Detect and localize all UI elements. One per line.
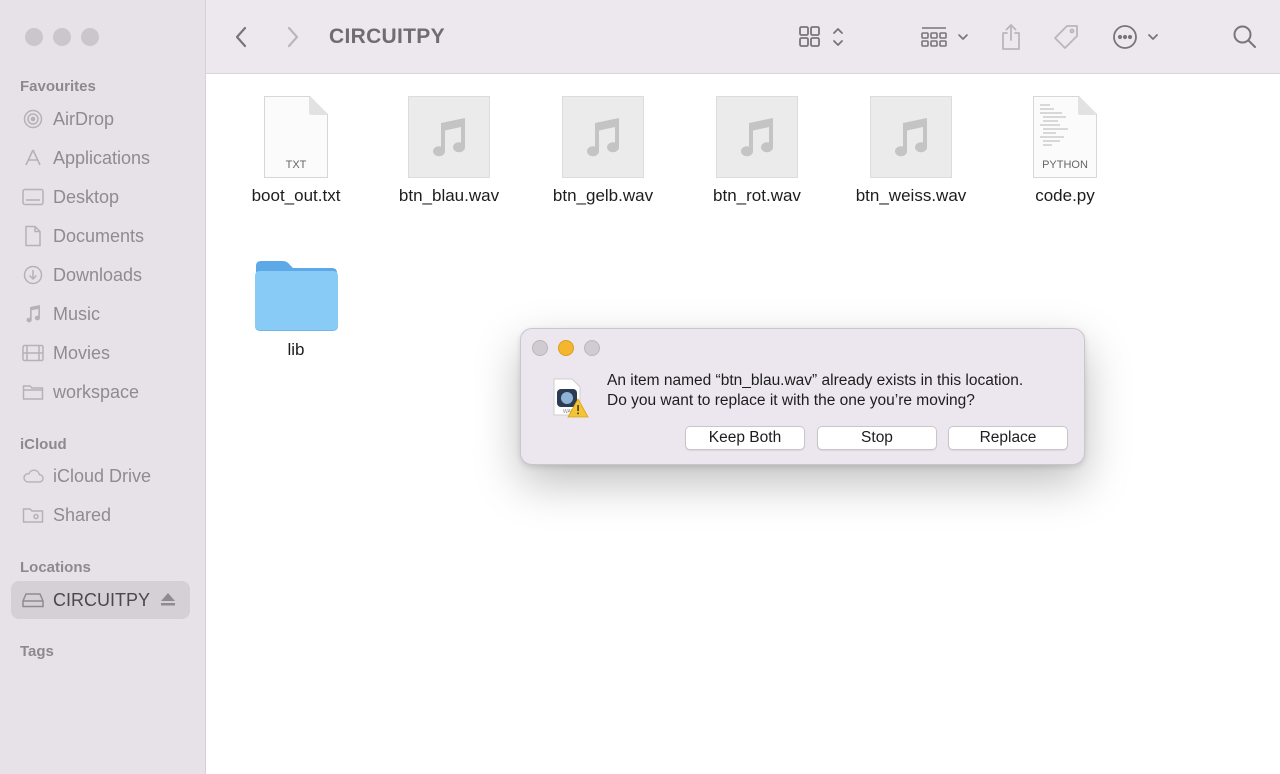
folder-icon — [253, 258, 339, 332]
audio-file-icon — [716, 96, 798, 178]
file-name: boot_out.txt — [251, 186, 341, 205]
dialog-zoom-button[interactable] — [584, 340, 600, 356]
sidebar-heading-tags: Tags — [20, 643, 54, 660]
eject-icon[interactable] — [160, 590, 176, 611]
file-item-btn-gelb-wav[interactable]: btn_gelb.wav — [528, 96, 678, 206]
sidebar-item-circuitpy[interactable]: CIRCUITPY — [11, 581, 190, 619]
sidebar-heading-icloud: iCloud — [20, 436, 67, 453]
group-by-button[interactable] — [920, 0, 972, 73]
sidebar-item-downloads[interactable]: Downloads — [22, 260, 142, 290]
file-item-btn-rot-wav[interactable]: btn_rot.wav — [682, 96, 832, 206]
icon-grid-icon — [799, 25, 843, 47]
sidebar-item-label: Documents — [53, 225, 145, 246]
text-file-icon: TXT — [264, 96, 328, 178]
applications-icon — [22, 147, 44, 169]
sidebar-item-label: Desktop — [53, 186, 120, 207]
stop-button[interactable]: Stop — [817, 426, 937, 450]
tag-icon — [1054, 24, 1078, 49]
sidebar-item-label: AirDrop — [53, 108, 115, 129]
group-icon — [921, 26, 968, 47]
sidebar-item-airdrop[interactable]: AirDrop — [22, 104, 114, 134]
toolbar: CIRCUITPY — [206, 0, 1280, 74]
sidebar-heading-favourites: Favourites — [20, 78, 96, 95]
sidebar-item-label: Shared — [53, 504, 112, 525]
sidebar-item-label: Movies — [53, 342, 111, 363]
view-mode-button[interactable] — [798, 0, 850, 73]
audio-file-icon — [562, 96, 644, 178]
dialog-minimize-button[interactable] — [558, 340, 574, 356]
sidebar-heading-locations: Locations — [20, 559, 91, 576]
drive-icon — [22, 589, 44, 611]
share-button[interactable] — [1000, 0, 1022, 73]
more-actions-button[interactable] — [1112, 0, 1162, 73]
shared-folder-icon — [22, 504, 44, 526]
replace-button[interactable]: Replace — [948, 426, 1068, 450]
file-item-code-py[interactable]: PYTHON code.py — [990, 96, 1140, 206]
dialog-window-controls — [532, 340, 600, 356]
sidebar-item-music[interactable]: Music — [22, 299, 100, 329]
sidebar-item-workspace[interactable]: workspace — [22, 377, 139, 407]
sidebar-item-label: Downloads — [53, 264, 143, 285]
document-icon — [22, 225, 44, 247]
forward-button[interactable] — [286, 0, 300, 73]
film-icon — [22, 342, 44, 364]
dialog-message-line-2: Do you want to replace it with the one y… — [607, 392, 975, 409]
close-window-button[interactable] — [25, 28, 43, 46]
ellipsis-circle-icon — [1113, 24, 1158, 49]
sidebar: Favourites AirDrop Applications Desktop … — [0, 0, 206, 774]
file-item-boot-out-txt[interactable]: TXT boot_out.txt — [221, 96, 371, 206]
sidebar-item-movies[interactable]: Movies — [22, 338, 110, 368]
minimize-window-button[interactable] — [53, 28, 71, 46]
download-icon — [22, 264, 44, 286]
share-icon — [1002, 23, 1020, 50]
file-item-btn-blau-wav[interactable]: btn_blau.wav — [374, 96, 524, 206]
window-title: CIRCUITPY — [329, 24, 445, 48]
replace-item-dialog: WAV An item named “btn_blau.wav” already… — [520, 328, 1085, 465]
sidebar-item-applications[interactable]: Applications — [22, 143, 150, 173]
sidebar-item-label: Applications — [53, 147, 151, 168]
window-controls — [25, 28, 99, 46]
dialog-message-line-1: An item named “btn_blau.wav” already exi… — [607, 372, 1024, 389]
audio-file-icon — [408, 96, 490, 178]
airdrop-icon — [22, 108, 44, 130]
keep-both-button[interactable]: Keep Both — [685, 426, 805, 450]
sidebar-item-icloud-drive[interactable]: iCloud Drive — [22, 461, 151, 491]
file-name: code.py — [1035, 186, 1095, 205]
chevron-right-icon — [287, 26, 299, 47]
file-name: btn_rot.wav — [713, 186, 801, 205]
audio-file-icon — [870, 96, 952, 178]
python-file-icon: PYTHON — [1033, 96, 1097, 178]
search-icon — [1233, 25, 1256, 48]
folder-icon — [22, 381, 44, 403]
file-name: btn_gelb.wav — [552, 186, 654, 205]
sidebar-item-documents[interactable]: Documents — [22, 221, 144, 251]
search-button[interactable] — [1232, 0, 1258, 73]
sidebar-item-label: CIRCUITPY — [53, 589, 151, 610]
cloud-icon — [22, 465, 44, 487]
music-note-icon — [22, 303, 44, 325]
file-name: lib — [287, 340, 305, 359]
file-name: btn_blau.wav — [398, 186, 500, 205]
folder-item-lib[interactable]: lib — [221, 258, 371, 360]
chevron-left-icon — [235, 26, 247, 47]
sidebar-item-label: workspace — [53, 381, 140, 402]
sidebar-item-label: iCloud Drive — [53, 465, 152, 486]
file-item-btn-weiss-wav[interactable]: btn_weiss.wav — [836, 96, 986, 206]
desktop-icon — [22, 186, 44, 208]
back-button[interactable] — [234, 0, 248, 73]
zoom-window-button[interactable] — [81, 28, 99, 46]
dialog-close-button[interactable] — [532, 340, 548, 356]
sidebar-item-desktop[interactable]: Desktop — [22, 182, 119, 212]
sidebar-item-shared[interactable]: Shared — [22, 500, 111, 530]
sidebar-item-label: Music — [53, 303, 101, 324]
tags-button[interactable] — [1052, 0, 1080, 73]
dialog-message: An item named “btn_blau.wav” already exi… — [607, 371, 1023, 411]
warning-file-icon: WAV — [552, 377, 590, 418]
file-name: btn_weiss.wav — [855, 186, 967, 205]
